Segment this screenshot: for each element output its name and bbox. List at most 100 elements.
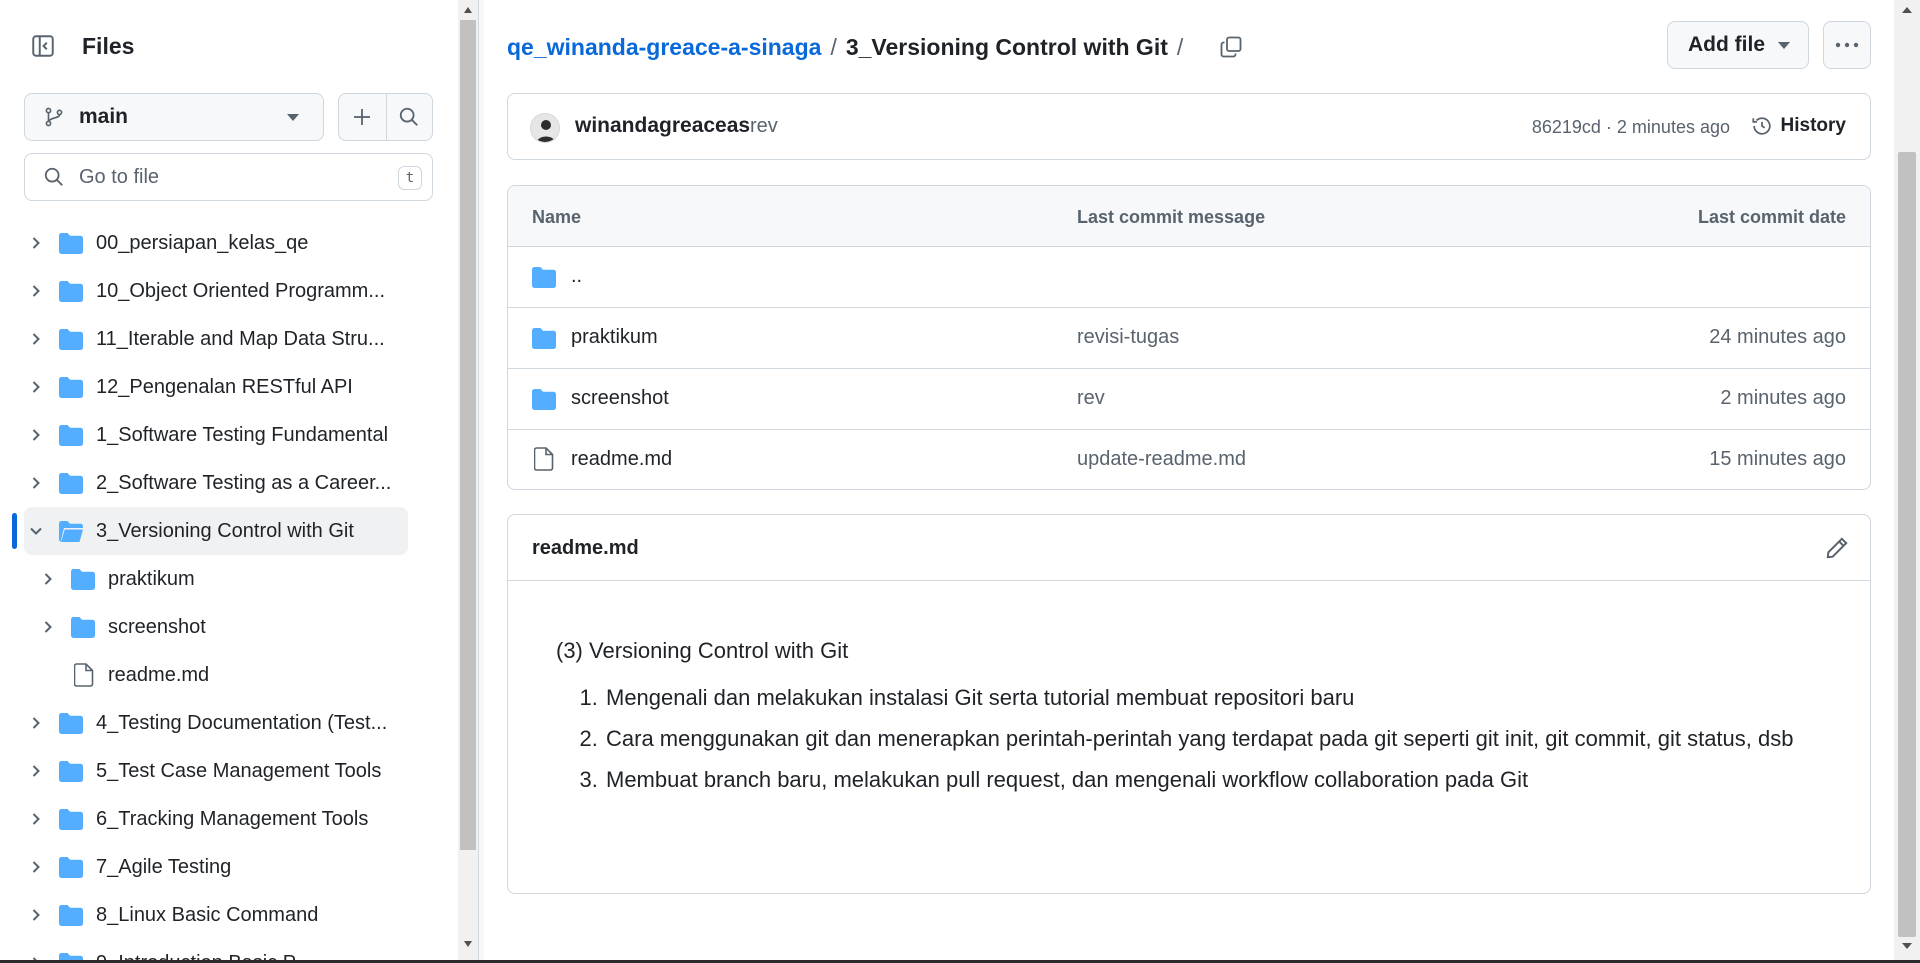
table-row[interactable]: screenshot rev 2 minutes ago <box>508 369 1870 430</box>
tree-item-label: 5_Test Case Management Tools <box>96 760 382 782</box>
commit-author[interactable]: winandagreaceas <box>575 114 750 138</box>
pencil-icon[interactable] <box>1824 535 1850 561</box>
folder-icon <box>59 905 83 926</box>
history-label: History <box>1780 115 1846 136</box>
avatar[interactable] <box>530 113 560 143</box>
file-icon <box>534 447 554 471</box>
tree-item-label: screenshot <box>108 616 206 638</box>
table-header: Name Last commit message Last commit dat… <box>508 186 1870 247</box>
add-file-button[interactable]: Add file <box>1667 21 1809 69</box>
parent-directory-row[interactable]: .. <box>508 247 1870 308</box>
chevron-right-icon[interactable] <box>27 426 45 444</box>
tree-folder-item[interactable]: 12_Pengenalan RESTful API <box>0 363 458 411</box>
tree-folder-item[interactable]: 11_Iterable and Map Data Stru... <box>0 315 458 363</box>
tree-folder-item[interactable]: 7_Agile Testing <box>0 843 458 891</box>
chevron-right-icon[interactable] <box>27 714 45 732</box>
file-name-link[interactable]: readme.md <box>571 448 672 471</box>
file-name-link[interactable]: screenshot <box>571 387 669 410</box>
history-icon <box>1751 117 1771 135</box>
chevron-right-icon[interactable] <box>39 618 57 636</box>
tree-folder-item[interactable]: 6_Tracking Management Tools <box>0 795 458 843</box>
parent-directory-link[interactable]: .. <box>571 265 582 288</box>
keyboard-shortcut-hint: t <box>398 166 422 190</box>
git-branch-icon <box>45 107 63 127</box>
folder-open-icon <box>59 521 83 542</box>
chevron-right-icon[interactable] <box>27 906 45 924</box>
search-files-button[interactable] <box>385 94 433 140</box>
breadcrumb-current-folder: 3_Versioning Control with Git <box>845 33 1168 60</box>
folder-icon <box>59 761 83 782</box>
tree-folder-item[interactable]: 8_Linux Basic Command <box>0 891 458 939</box>
folder-icon <box>59 473 83 494</box>
page-scrollbar[interactable] <box>1894 0 1920 963</box>
collapse-sidebar-button[interactable] <box>24 26 62 66</box>
folder-icon <box>59 425 83 446</box>
chevron-down-icon <box>1778 42 1790 49</box>
folder-icon <box>71 617 95 638</box>
scroll-up-arrow-icon[interactable] <box>463 6 473 14</box>
chevron-right-icon[interactable] <box>27 234 45 252</box>
readme-heading: (3) Versioning Control with Git <box>556 638 849 663</box>
folder-icon <box>71 569 95 590</box>
list-item: Mengenali dan melakukan instalasi Git se… <box>604 680 1822 715</box>
history-button[interactable]: History <box>1751 115 1846 137</box>
chevron-right-icon[interactable] <box>27 378 45 396</box>
breadcrumb-repo-link[interactable]: qe_winanda-greace-a-sinaga <box>507 34 821 61</box>
tree-item-label: readme.md <box>108 664 210 686</box>
commit-message-link[interactable]: rev <box>1077 387 1105 410</box>
commit-hash-time[interactable]: 86219cd · 2 minutes ago <box>1532 117 1730 138</box>
chevron-right-icon[interactable] <box>27 282 45 300</box>
readme-content: (3) Versioning Control with Git Mengenal… <box>556 633 1822 803</box>
file-icon <box>74 663 94 687</box>
sidebar-scrollbar[interactable] <box>458 0 478 963</box>
chevron-right-icon[interactable] <box>27 330 45 348</box>
commit-message-link[interactable]: revisi-tugas <box>1077 326 1179 349</box>
go-to-file-input[interactable]: Go to file t <box>24 153 433 201</box>
latest-commit-bar: winandagreaceas rev 86219cd · 2 minutes … <box>507 93 1871 160</box>
file-name-link[interactable]: praktikum <box>571 326 658 349</box>
tree-folder-item[interactable]: screenshot <box>0 603 458 651</box>
scroll-down-arrow-icon[interactable] <box>463 940 473 948</box>
tree-folder-item[interactable]: 1_Software Testing Fundamental <box>0 411 458 459</box>
add-file-sidebar-button[interactable] <box>339 94 386 140</box>
table-row[interactable]: readme.md update-readme.md 15 minutes ago <box>508 430 1870 489</box>
tree-folder-item[interactable]: praktikum <box>0 555 458 603</box>
tree-item-label: 8_Linux Basic Command <box>96 904 319 926</box>
scroll-up-arrow-icon[interactable] <box>1901 6 1913 14</box>
commit-message-link[interactable]: update-readme.md <box>1077 448 1246 471</box>
branch-selector[interactable]: main <box>24 93 324 141</box>
sidebar-resize-handle[interactable] <box>478 0 484 963</box>
tree-folder-item[interactable]: 00_persiapan_kelas_qe <box>0 219 458 267</box>
readme-title[interactable]: readme.md <box>532 537 639 560</box>
readme-panel: readme.md (3) Versioning Control with Gi… <box>507 514 1871 894</box>
directory-listing: Name Last commit message Last commit dat… <box>507 185 1871 490</box>
breadcrumb-separator: / <box>1176 33 1184 60</box>
chevron-down-icon[interactable] <box>27 522 45 540</box>
tree-folder-item[interactable]: 10_Object Oriented Programm... <box>0 267 458 315</box>
copy-path-button[interactable] <box>1214 30 1248 64</box>
tree-folder-item[interactable]: 4_Testing Documentation (Test... <box>0 699 458 747</box>
folder-icon <box>532 267 556 288</box>
chevron-right-icon[interactable] <box>27 858 45 876</box>
tree-folder-item[interactable]: 3_Versioning Control with Git <box>0 507 458 555</box>
tree-item-label: 2_Software Testing as a Career... <box>96 472 392 494</box>
chevron-right-icon[interactable] <box>27 810 45 828</box>
folder-icon <box>59 281 83 302</box>
kebab-horizontal-icon <box>1835 42 1859 48</box>
commit-message[interactable]: rev <box>750 115 778 138</box>
chevron-right-icon[interactable] <box>27 474 45 492</box>
chevron-right-icon[interactable] <box>39 570 57 588</box>
page-scroll-thumb[interactable] <box>1898 152 1916 937</box>
more-options-button[interactable] <box>1823 21 1871 69</box>
copy-icon <box>1220 36 1242 58</box>
tree-file-item[interactable]: readme.md <box>0 651 458 699</box>
scroll-down-arrow-icon[interactable] <box>1901 942 1913 950</box>
tree-folder-item[interactable]: 5_Test Case Management Tools <box>0 747 458 795</box>
tree-folder-item[interactable]: 2_Software Testing as a Career... <box>0 459 458 507</box>
list-item: Membuat branch baru, melakukan pull requ… <box>604 762 1822 797</box>
readme-list: Mengenali dan melakukan instalasi Git se… <box>604 680 1822 797</box>
chevron-right-icon[interactable] <box>27 762 45 780</box>
table-row[interactable]: praktikum revisi-tugas 24 minutes ago <box>508 308 1870 369</box>
sidebar-scroll-thumb[interactable] <box>460 20 476 850</box>
sidebar-action-group <box>338 93 433 141</box>
